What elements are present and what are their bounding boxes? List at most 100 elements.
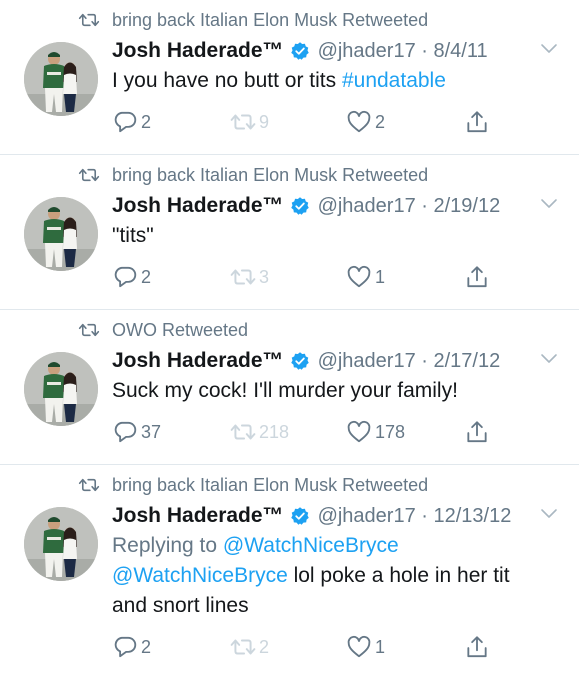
like-button[interactable]: 178 (346, 418, 405, 446)
reply-count: 2 (141, 111, 152, 132)
tweet-text-body: I you have no butt or tits (112, 69, 342, 92)
avatar[interactable] (24, 42, 98, 116)
tweet-header: Josh Haderade™ @jhader17 · 8/4/11 (112, 36, 559, 66)
reply-count: 2 (141, 266, 152, 287)
avatar[interactable] (24, 507, 98, 581)
reply-icon (112, 264, 138, 290)
like-icon (346, 634, 372, 660)
share-icon (464, 264, 490, 290)
chevron-down-icon[interactable] (539, 42, 559, 56)
like-count: 1 (375, 266, 386, 287)
share-button[interactable] (464, 263, 490, 291)
hashtag-link[interactable]: #undatable (342, 69, 446, 92)
retweet-icon (230, 634, 256, 660)
tweet-actions: 37 218 178 (112, 418, 492, 446)
replying-to-link[interactable]: @WatchNiceBryce (223, 534, 399, 557)
verified-badge-icon (290, 506, 310, 526)
tweet-4[interactable]: bring back Italian Elon Musk Retweeted J… (0, 465, 579, 680)
handle-and-date[interactable]: @jhader17 · 2/17/12 (318, 350, 501, 373)
retweet-icon (230, 419, 256, 445)
handle-and-date[interactable]: @jhader17 · 2/19/12 (318, 195, 501, 218)
retweet-button[interactable]: 9 (230, 108, 269, 136)
retweet-button[interactable]: 218 (230, 418, 289, 446)
reply-icon (112, 634, 138, 660)
replying-to-line: Replying to @WatchNiceBryce (112, 531, 559, 561)
verified-badge-icon (290, 196, 310, 216)
verified-badge-icon (290, 41, 310, 61)
reply-icon (112, 109, 138, 135)
retweet-icon (78, 322, 100, 338)
share-icon (464, 109, 490, 135)
tweet-actions: 2 2 1 (112, 633, 492, 661)
author-name[interactable]: Josh Haderade™ (112, 349, 284, 373)
timeline: bring back Italian Elon Musk Retweeted J… (0, 0, 579, 680)
reply-count: 37 (141, 421, 162, 442)
mention-link[interactable]: @WatchNiceBryce (112, 564, 288, 587)
handle-and-date[interactable]: @jhader17 · 8/4/11 (318, 40, 488, 63)
chevron-down-icon[interactable] (539, 197, 559, 211)
tweet-actions: 2 9 2 (112, 108, 492, 136)
tweet-text: @WatchNiceBryce lol poke a hole in her t… (112, 561, 559, 591)
handle-and-date[interactable]: @jhader17 · 12/13/12 (318, 505, 512, 528)
retweet-context: bring back Italian Elon Musk Retweeted (78, 473, 428, 497)
share-button[interactable] (464, 633, 490, 661)
reply-button[interactable]: 2 (112, 263, 151, 291)
retweet-icon (78, 12, 100, 28)
avatar[interactable] (24, 352, 98, 426)
reply-button[interactable]: 2 (112, 633, 151, 661)
retweet-count: 2 (259, 636, 270, 657)
retweet-context: bring back Italian Elon Musk Retweeted (78, 163, 428, 187)
chevron-down-icon[interactable] (539, 507, 559, 521)
reply-button[interactable]: 2 (112, 108, 151, 136)
like-count: 1 (375, 636, 386, 657)
like-count: 2 (375, 111, 386, 132)
tweet-content: Josh Haderade™ @jhader17 · 2/19/12 "tits… (112, 191, 559, 251)
share-button[interactable] (464, 108, 490, 136)
like-icon (346, 109, 372, 135)
like-count: 178 (375, 421, 406, 442)
reply-button[interactable]: 37 (112, 418, 161, 446)
retweet-icon (230, 109, 256, 135)
retweet-button[interactable]: 2 (230, 633, 269, 661)
retweet-icon (78, 477, 100, 493)
share-button[interactable] (464, 418, 490, 446)
retweet-count: 218 (259, 421, 290, 442)
tweet-3[interactable]: OWO Retweeted Josh Haderade™ @jhader17 ·… (0, 310, 579, 465)
like-button[interactable]: 1 (346, 633, 385, 661)
tweet-actions: 2 3 1 (112, 263, 492, 291)
tweet-text-body: lol poke a hole in her tit (287, 564, 510, 587)
reply-icon (112, 419, 138, 445)
tweet-2[interactable]: bring back Italian Elon Musk Retweeted J… (0, 155, 579, 310)
tweet-content: Josh Haderade™ @jhader17 · 2/17/12 Suck … (112, 346, 559, 406)
retweet-count: 9 (259, 111, 270, 132)
retweeted-by-label: bring back Italian Elon Musk Retweeted (112, 474, 429, 495)
reply-count: 2 (141, 636, 152, 657)
tweet-content: Josh Haderade™ @jhader17 · 8/4/11 I you … (112, 36, 559, 96)
retweet-count: 3 (259, 266, 270, 287)
like-button[interactable]: 2 (346, 108, 385, 136)
tweet-header: Josh Haderade™ @jhader17 · 2/19/12 (112, 191, 559, 221)
tweet-header: Josh Haderade™ @jhader17 · 2/17/12 (112, 346, 559, 376)
verified-badge-icon (290, 351, 310, 371)
retweet-context: OWO Retweeted (78, 318, 248, 342)
retweet-button[interactable]: 3 (230, 263, 269, 291)
tweet-text-line-2: and snort lines (112, 594, 249, 617)
replying-to-label: Replying to (112, 534, 223, 557)
like-icon (346, 419, 372, 445)
author-name[interactable]: Josh Haderade™ (112, 39, 284, 63)
author-name[interactable]: Josh Haderade™ (112, 504, 284, 528)
like-button[interactable]: 1 (346, 263, 385, 291)
tweet-text: "tits" (112, 224, 154, 247)
chevron-down-icon[interactable] (539, 352, 559, 366)
retweet-context: bring back Italian Elon Musk Retweeted (78, 8, 428, 32)
tweet-1[interactable]: bring back Italian Elon Musk Retweeted J… (0, 0, 579, 155)
avatar[interactable] (24, 197, 98, 271)
share-icon (464, 419, 490, 445)
tweet-header: Josh Haderade™ @jhader17 · 12/13/12 (112, 501, 559, 531)
retweeted-by-label: bring back Italian Elon Musk Retweeted (112, 164, 429, 185)
tweet-text: I you have no butt or tits #undatable (112, 66, 559, 96)
tweet-content: Josh Haderade™ @jhader17 · 12/13/12 Repl… (112, 501, 559, 621)
author-name[interactable]: Josh Haderade™ (112, 194, 284, 218)
retweet-icon (230, 264, 256, 290)
like-icon (346, 264, 372, 290)
